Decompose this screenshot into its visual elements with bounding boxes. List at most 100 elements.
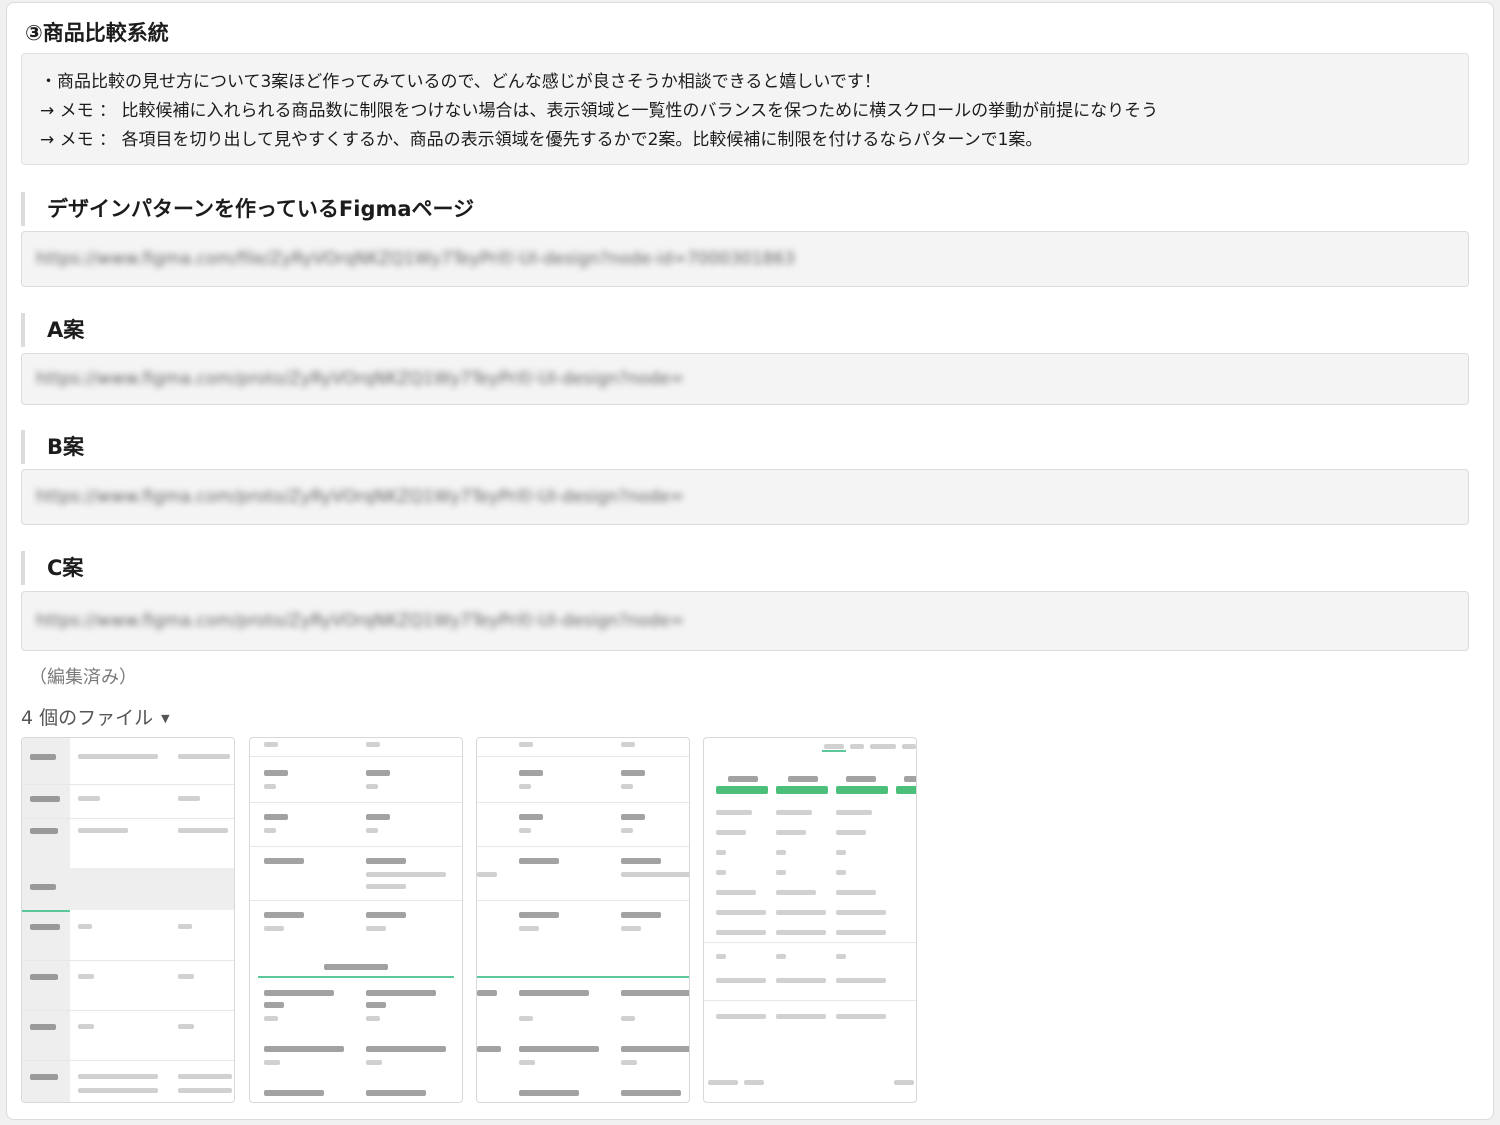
- thumbnail-text-placeholder: [621, 926, 641, 931]
- thumbnail-text-placeholder: [519, 1060, 535, 1065]
- thumbnail-green-button: [836, 786, 888, 794]
- thumbnail-green-button: [776, 786, 828, 794]
- thumbnail-text-placeholder: [78, 1074, 158, 1079]
- thumbnail-sidebar: [22, 738, 70, 1102]
- file-thumbnail-4[interactable]: [703, 737, 917, 1103]
- thumbnail-text-placeholder: [744, 1080, 764, 1085]
- thumbnail-text-placeholder: [836, 1014, 886, 1019]
- thumbnail-text-placeholder: [621, 770, 645, 776]
- edited-label: （編集済み）: [29, 667, 137, 688]
- thumbnail-text-placeholder: [904, 776, 916, 782]
- thumbnail-text-placeholder: [366, 770, 390, 776]
- thumbnail-text-placeholder: [716, 890, 756, 895]
- thumbnail-text-placeholder: [178, 828, 228, 833]
- thumbnail-text-placeholder: [776, 954, 786, 959]
- proposal-c-link-box[interactable]: https://www.figma.com/proto/ZyRyVOrqNKZQ…: [21, 591, 1469, 651]
- thumbnail-text-placeholder: [519, 770, 543, 776]
- message-card: ③商品比較系統 ・商品比較の見せ方について3案ほど作ってみているので、どんな感じ…: [6, 2, 1494, 1120]
- thumbnail-text-placeholder: [264, 828, 276, 833]
- thumbnail-row-divider: [22, 960, 234, 961]
- thumbnail-text-placeholder: [178, 1074, 232, 1079]
- thumbnail-row-divider: [22, 784, 234, 785]
- thumbnail-text-placeholder: [836, 870, 846, 875]
- thumbnail-text-placeholder: [366, 926, 386, 931]
- thumbnail-text-placeholder: [621, 912, 661, 918]
- thumbnail-accent-line: [477, 976, 689, 978]
- thumbnail-row-divider: [704, 942, 916, 943]
- files-toggle[interactable]: 4 個のファイル ▼: [21, 703, 170, 730]
- notes-box: ・商品比較の見せ方について3案ほど作ってみているので、どんな感じが良さそうか相談…: [21, 53, 1469, 165]
- thumbnail-row-divider: [22, 1010, 234, 1011]
- thumbnail-text-placeholder: [366, 884, 406, 889]
- thumbnail-text-placeholder: [708, 1080, 738, 1085]
- file-thumbnail-1[interactable]: [21, 737, 235, 1103]
- thumbnail-row-divider: [477, 900, 689, 901]
- thumbnail-text-placeholder: [30, 828, 58, 834]
- thumbnail-text-placeholder: [30, 924, 60, 930]
- proposal-c-link[interactable]: https://www.figma.com/proto/ZyRyVOrqNKZQ…: [36, 611, 684, 631]
- proposal-a-link[interactable]: https://www.figma.com/proto/ZyRyVOrqNKZQ…: [36, 369, 684, 389]
- thumbnail-text-placeholder: [264, 742, 278, 747]
- thumbnail-text-placeholder: [366, 828, 378, 833]
- file-thumbnail-3[interactable]: [476, 737, 690, 1103]
- proposal-a-link-box[interactable]: https://www.figma.com/proto/ZyRyVOrqNKZQ…: [21, 353, 1469, 405]
- thumbnail-text-placeholder: [776, 1014, 826, 1019]
- thumbnail-text-placeholder: [850, 744, 864, 749]
- figma-page-link-box[interactable]: https://www.figma.com/file/ZyRyVOrqNKZQ1…: [21, 231, 1469, 287]
- thumbnail-text-placeholder: [78, 1088, 158, 1093]
- thumbnail-text-placeholder: [716, 810, 752, 815]
- thumbnail-text-placeholder: [366, 872, 446, 877]
- proposal-b-link-box[interactable]: https://www.figma.com/proto/ZyRyVOrqNKZQ…: [21, 469, 1469, 525]
- thumbnail-text-placeholder: [788, 776, 818, 782]
- thumbnail-text-placeholder: [824, 744, 844, 749]
- thumbnail-text-placeholder: [178, 796, 200, 801]
- thumbnail-row-divider: [477, 802, 689, 803]
- thumbnail-text-placeholder: [621, 1060, 637, 1065]
- thumbnail-row-divider: [477, 846, 689, 847]
- thumbnail-text-placeholder: [728, 776, 758, 782]
- thumbnail-text-placeholder: [366, 814, 390, 820]
- thumbnail-text-placeholder: [178, 754, 230, 759]
- note-line-3: → メモ ： 各項目を切り出して見やすくするか、商品の表示領域を優先するかで2案…: [40, 130, 1043, 150]
- thumbnail-text-placeholder: [716, 830, 746, 835]
- thumbnail-text-placeholder: [902, 744, 916, 749]
- thumbnail-text-placeholder: [716, 870, 726, 875]
- thumbnail-text-placeholder: [477, 872, 497, 877]
- thumbnail-text-placeholder: [519, 990, 589, 996]
- thumbnail-text-placeholder: [264, 784, 276, 789]
- thumbnail-text-placeholder: [776, 810, 812, 815]
- thumbnail-text-placeholder: [178, 1088, 232, 1093]
- thumbnail-text-placeholder: [264, 1046, 344, 1052]
- thumbnail-text-placeholder: [894, 1080, 914, 1085]
- thumbnail-text-placeholder: [621, 858, 661, 864]
- thumbnail-row-divider: [22, 1060, 234, 1061]
- thumbnail-text-placeholder: [78, 974, 94, 979]
- thumbnail-text-placeholder: [716, 850, 726, 855]
- thumbnail-text-placeholder: [519, 1016, 533, 1021]
- thumbnail-text-placeholder: [836, 954, 846, 959]
- thumbnail-text-placeholder: [366, 1060, 382, 1065]
- proposal-b-heading: B案: [21, 430, 84, 464]
- thumbnail-text-placeholder: [776, 930, 826, 935]
- note-line-1: ・商品比較の見せ方について3案ほど作ってみているので、どんな感じが良さそうか相談…: [40, 72, 881, 92]
- thumbnail-text-placeholder: [716, 978, 766, 983]
- thumbnail-text-placeholder: [366, 858, 406, 864]
- file-thumbnail-2[interactable]: [249, 737, 463, 1103]
- thumbnail-accent-line: [258, 976, 454, 978]
- proposal-a-heading: A案: [21, 313, 84, 347]
- thumbnail-text-placeholder: [621, 828, 633, 833]
- note-line-2: → メモ ： 比較候補に入れられる商品数に制限をつけない場合は、表示領域と一覧性…: [40, 101, 1159, 121]
- thumbnail-accent-line: [22, 910, 70, 912]
- thumbnail-text-placeholder: [836, 910, 886, 915]
- thumbnail-text-placeholder: [30, 974, 58, 980]
- thumbnail-text-placeholder: [519, 1046, 599, 1052]
- thumbnail-text-placeholder: [78, 1024, 94, 1029]
- figma-page-heading: デザインパターンを作っているFigmaページ: [21, 192, 474, 226]
- thumbnail-text-placeholder: [78, 754, 158, 759]
- thumbnail-text-placeholder: [836, 978, 886, 983]
- proposal-b-link[interactable]: https://www.figma.com/proto/ZyRyVOrqNKZQ…: [36, 487, 684, 507]
- thumbnail-text-placeholder: [264, 770, 288, 776]
- figma-page-link[interactable]: https://www.figma.com/file/ZyRyVOrqNKZQ1…: [36, 249, 795, 269]
- thumbnail-text-placeholder: [264, 1016, 278, 1021]
- thumbnail-text-placeholder: [366, 1046, 446, 1052]
